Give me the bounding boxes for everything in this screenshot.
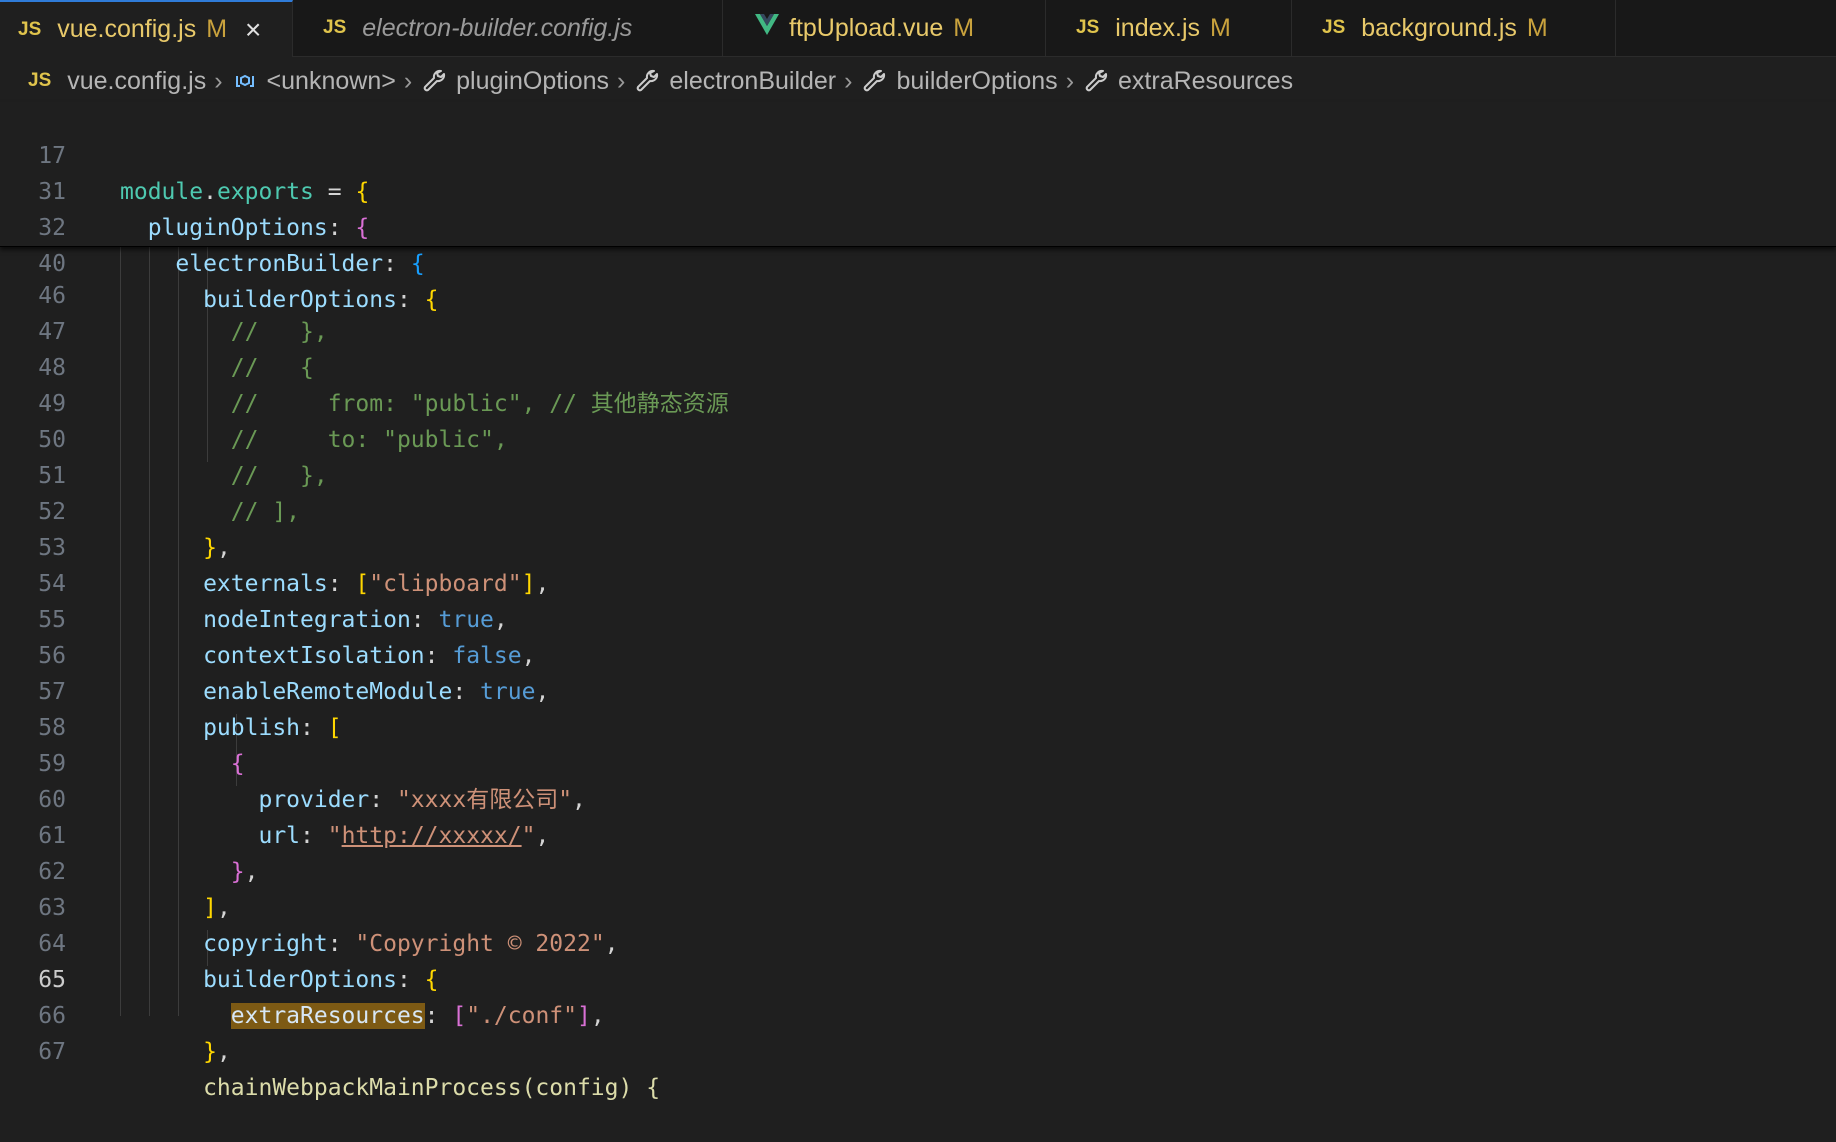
code-line[interactable]: 53 externals: ["clipboard"],	[0, 494, 1836, 597]
chevron-right-icon: ›	[403, 66, 413, 95]
code-line[interactable]: 51 // ],	[0, 422, 1836, 525]
code-line[interactable]: 63 copyright: "Copyright © 2022",	[0, 854, 1836, 957]
line-number: 40	[38, 251, 66, 277]
breadcrumb-item-pluginoptions[interactable]: pluginOptions	[456, 67, 609, 96]
line-text: },	[120, 1039, 231, 1065]
js-file-icon: JS	[1076, 17, 1100, 38]
wrench-icon	[860, 67, 888, 95]
tab-label: background.js	[1361, 13, 1517, 42]
code-line[interactable]: 57 publish: [	[0, 638, 1836, 741]
code-line[interactable]: 67 chainWebpackMainProcess(config) {	[0, 998, 1836, 1101]
code-line[interactable]: 59 provider: "xxxx有限公司",	[0, 710, 1836, 813]
breadcrumb-item-unknown[interactable]: <unknown>	[267, 67, 396, 96]
tab-background-js[interactable]: JS background.js M	[1292, 0, 1616, 56]
code-line[interactable]: 58 {	[0, 674, 1836, 777]
tab-label: vue.config.js	[57, 15, 197, 43]
line-text: chainWebpackMainProcess(config) {	[120, 1075, 661, 1101]
breadcrumb-item-extraresources[interactable]: extraResources	[1118, 67, 1293, 96]
chevron-right-icon: ›	[844, 66, 853, 95]
code-line[interactable]: 66 },	[0, 962, 1836, 1065]
code-line[interactable]: 40 builderOptions: {	[0, 210, 1836, 313]
line-number: 67	[38, 1039, 66, 1065]
code-line[interactable]: 64 builderOptions: {	[0, 890, 1836, 993]
code-line[interactable]: 49 // to: "public",	[0, 350, 1836, 453]
chevron-right-icon: ›	[214, 66, 223, 95]
code-line[interactable]: 32 electronBuilder: {	[0, 174, 1836, 277]
js-file-icon: JS	[1322, 17, 1346, 38]
code-line[interactable]: 62 ],	[0, 818, 1836, 921]
tab-label: ftpUpload.vue	[789, 13, 944, 42]
tab-label: electron-builder.config.js	[362, 13, 633, 42]
code-line[interactable]: 56 enableRemoteModule: true,	[0, 602, 1836, 705]
breadcrumb-item-builderoptions[interactable]: builderOptions	[896, 67, 1057, 96]
variable-icon	[231, 67, 259, 95]
code-line[interactable]: 55 contextIsolation: false,	[0, 566, 1836, 669]
chevron-right-icon: ›	[1065, 66, 1075, 95]
modified-indicator: M	[206, 15, 228, 43]
code-line[interactable]: 54 nodeIntegration: true,	[0, 530, 1836, 633]
close-icon[interactable]: ×	[245, 14, 261, 46]
tab-index-js[interactable]: JS index.js M	[1046, 0, 1292, 56]
modified-indicator: M	[1210, 13, 1231, 42]
wrench-icon	[1082, 67, 1110, 95]
chevron-right-icon: ›	[617, 66, 626, 95]
breadcrumb-item-file[interactable]: vue.config.js	[67, 67, 206, 96]
code-line[interactable]: 17 module.exports = {	[0, 102, 1836, 205]
js-file-icon: JS	[18, 18, 42, 40]
code-line[interactable]: 61 },	[0, 782, 1836, 885]
wrench-icon	[420, 67, 448, 95]
editor-tab-bar: JS vue.config.js M × JS electron-builder…	[0, 0, 1836, 57]
js-file-icon: JS	[323, 17, 347, 38]
tab-electron-builder-config-js[interactable]: JS electron-builder.config.js	[293, 0, 723, 56]
modified-indicator: M	[1526, 13, 1548, 42]
tab-ftpupload-vue[interactable]: ftpUpload.vue M	[723, 0, 1046, 56]
wrench-icon	[633, 67, 661, 95]
code-line[interactable]: 48 // from: "public", // 其他静态资源	[0, 314, 1836, 417]
current-code-line[interactable]: 65 extraResources: ["./conf"],	[0, 926, 1836, 1029]
tab-vue-config-js[interactable]: JS vue.config.js M ×	[0, 0, 293, 57]
tab-label: index.js	[1115, 13, 1201, 42]
code-line[interactable]: 52 },	[0, 458, 1836, 561]
modified-indicator: M	[953, 13, 975, 42]
js-file-icon: JS	[28, 70, 52, 91]
code-line[interactable]: 60 url: "http://xxxxx/",	[0, 746, 1836, 849]
sticky-scroll-header[interactable]: 17 module.exports = { 31 pluginOptions: …	[0, 102, 1836, 313]
vue-file-icon	[755, 13, 779, 43]
breadcrumb: JS vue.config.js › <unknown> › pluginOpt…	[0, 58, 1836, 104]
line-text: builderOptions: {	[120, 287, 439, 313]
breadcrumb-item-electronbuilder[interactable]: electronBuilder	[669, 67, 836, 96]
code-line[interactable]: 50 // },	[0, 386, 1836, 489]
line-text: electronBuilder: {	[120, 251, 425, 277]
code-line[interactable]: 31 pluginOptions: {	[0, 138, 1836, 241]
